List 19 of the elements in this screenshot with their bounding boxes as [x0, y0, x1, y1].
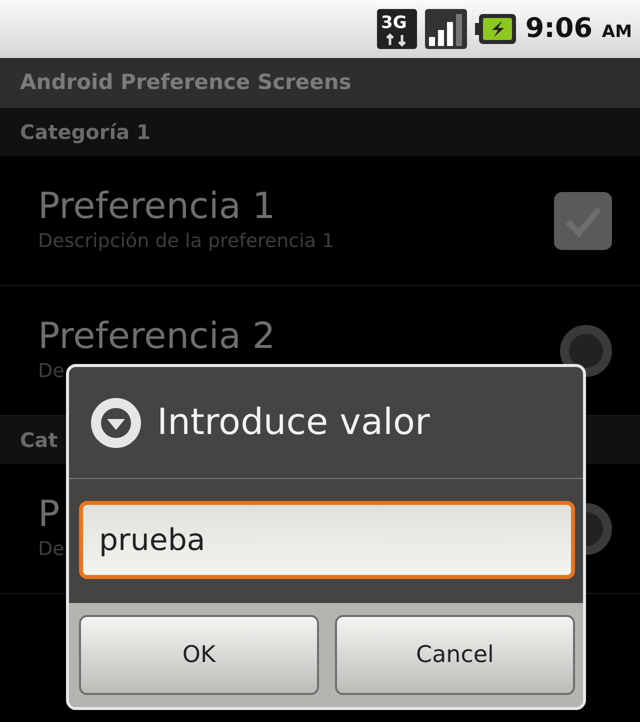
- app-title: Android Preference Screens: [20, 69, 352, 96]
- signal-icon: [425, 9, 468, 49]
- category-header: Cat: [20, 427, 58, 454]
- clock-time: 9:06 AM: [525, 12, 632, 46]
- text-input-field[interactable]: prueba: [79, 501, 575, 579]
- checked-checkbox[interactable]: [554, 192, 612, 250]
- preference-summary: De: [38, 358, 66, 384]
- ok-button[interactable]: OK: [79, 615, 319, 695]
- dropdown-circle-icon: [91, 398, 141, 448]
- preference-summary: Descripción de la preferencia 1: [38, 228, 334, 254]
- battery-charging-icon: [475, 13, 518, 45]
- dialog-title: Introduce valor: [157, 400, 430, 444]
- preference-title[interactable]: Preferencia 2: [38, 316, 276, 357]
- preference-title[interactable]: Preferencia 1: [38, 186, 334, 227]
- preference-summary: De: [38, 536, 64, 562]
- preference-title[interactable]: P: [38, 494, 64, 535]
- network-type-icon: 3G: [377, 9, 418, 49]
- category-header: Categoría 1: [20, 119, 150, 146]
- cancel-button[interactable]: Cancel: [335, 615, 575, 695]
